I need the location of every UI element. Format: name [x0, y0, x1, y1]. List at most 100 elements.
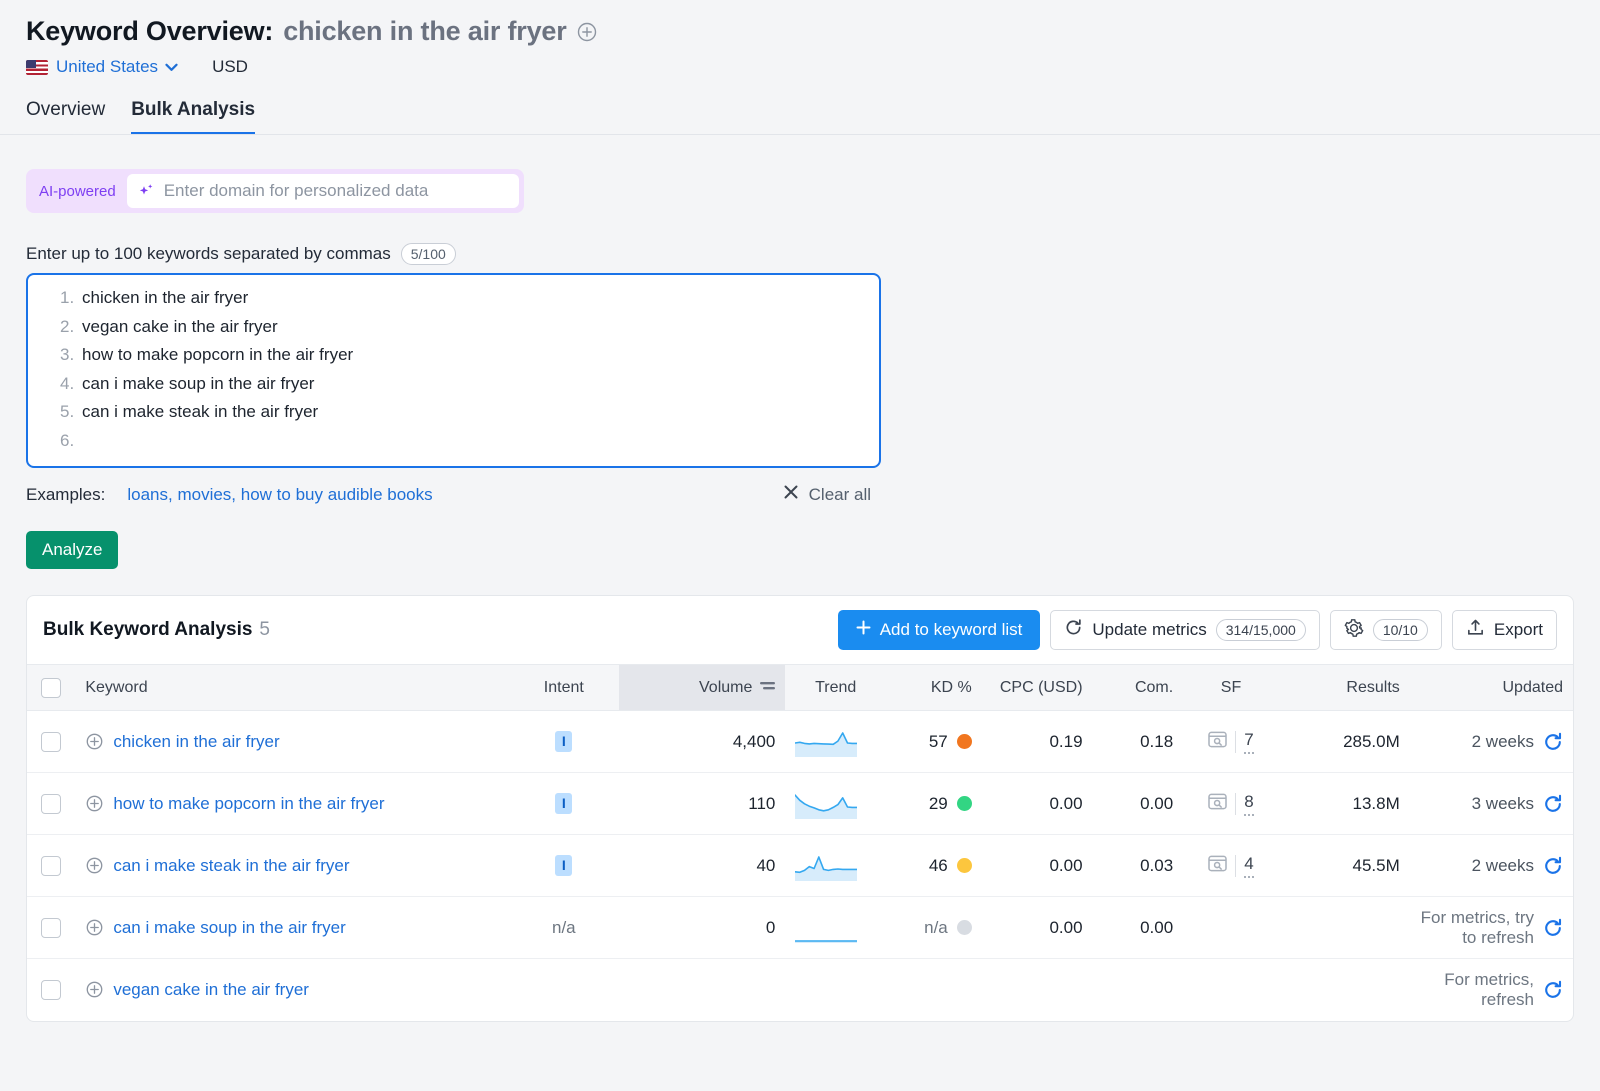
refresh-icon[interactable] — [1543, 918, 1563, 938]
add-keyword-icon[interactable] — [85, 794, 104, 813]
intent-badge[interactable]: I — [555, 855, 572, 876]
keyword-link[interactable]: chicken in the air fryer — [113, 732, 279, 752]
keyword-line: 4. can i make soup in the air fryer — [42, 374, 865, 403]
sf-divider — [1235, 855, 1236, 877]
com-cell: 0.00 — [1093, 773, 1184, 835]
intent-badge[interactable]: I — [555, 793, 572, 814]
country-selector-label[interactable]: United States — [56, 57, 158, 77]
serp-features-icon[interactable] — [1208, 855, 1227, 877]
trend-sparkline — [795, 727, 876, 757]
kd-value: n/a — [924, 918, 948, 938]
column-header-updated[interactable]: Updated — [1410, 665, 1573, 711]
refresh-icon[interactable] — [1543, 980, 1563, 1000]
tab-bulk-analysis[interactable]: Bulk Analysis — [131, 99, 255, 135]
add-to-keyword-list-button[interactable]: Add to keyword list — [838, 610, 1041, 650]
updated-text: 2 weeks — [1472, 856, 1534, 876]
select-all-checkbox[interactable] — [41, 678, 61, 698]
row-checkbox[interactable] — [41, 732, 61, 752]
sf-cell — [1183, 897, 1279, 959]
examples-links[interactable]: loans, movies, how to buy audible books — [127, 485, 432, 505]
tabs-bar: Overview Bulk Analysis — [0, 99, 1600, 135]
table-row: how to make popcorn in the air fryer I 1… — [27, 773, 1573, 835]
column-header-volume[interactable]: Volume — [619, 665, 785, 711]
column-header-trend[interactable]: Trend — [785, 665, 886, 711]
trend-cell — [785, 835, 886, 897]
table-settings-button[interactable]: 10/10 — [1330, 610, 1442, 650]
column-header-cpc[interactable]: CPC (USD) — [982, 665, 1093, 711]
kd-difficulty-dot — [957, 920, 972, 935]
keyword-link[interactable]: how to make popcorn in the air fryer — [113, 794, 384, 814]
column-header-results[interactable]: Results — [1279, 665, 1410, 711]
updated-cell: 3 weeks — [1410, 773, 1573, 835]
add-keyword-icon[interactable] — [85, 980, 104, 999]
add-keyword-icon[interactable] — [85, 856, 104, 875]
add-keyword-icon[interactable] — [85, 918, 104, 937]
sort-descending-icon — [760, 679, 775, 697]
sf-count[interactable]: 8 — [1244, 792, 1253, 816]
keywords-textarea[interactable]: 1. chicken in the air fryer 2. vegan cak… — [26, 273, 881, 468]
row-checkbox[interactable] — [41, 980, 61, 1000]
trend-sparkline — [795, 789, 876, 819]
ai-domain-input[interactable]: Enter domain for personalized data — [127, 174, 519, 208]
gear-icon — [1344, 618, 1364, 643]
chevron-down-icon[interactable] — [165, 60, 178, 75]
intent-cell: I — [508, 711, 619, 773]
sf-count[interactable]: 7 — [1244, 730, 1253, 754]
locale-row: United States USD — [26, 57, 1600, 77]
export-button[interactable]: Export — [1452, 610, 1557, 650]
row-checkbox[interactable] — [41, 856, 61, 876]
serp-features-icon[interactable] — [1208, 731, 1227, 753]
page-title: Keyword Overview: chicken in the air fry… — [26, 16, 1600, 47]
examples-label: Examples: — [26, 485, 105, 505]
keyword-line-text: can i make soup in the air fryer — [82, 374, 314, 394]
upload-icon — [1466, 618, 1485, 642]
row-checkbox[interactable] — [41, 794, 61, 814]
currency-label: USD — [212, 57, 248, 77]
refresh-icon[interactable] — [1543, 732, 1563, 752]
tab-overview[interactable]: Overview — [26, 99, 105, 135]
card-actions: Add to keyword list Update metrics 314/1… — [838, 610, 1557, 650]
ai-domain-placeholder: Enter domain for personalized data — [164, 181, 429, 201]
keyword-line-text: can i make steak in the air fryer — [82, 402, 318, 422]
refresh-icon[interactable] — [1543, 856, 1563, 876]
update-metrics-button[interactable]: Update metrics 314/15,000 — [1050, 610, 1319, 650]
keyword-link[interactable]: can i make steak in the air fryer — [113, 856, 349, 876]
cpc-cell: 0.00 — [982, 897, 1093, 959]
column-header-com[interactable]: Com. — [1093, 665, 1184, 711]
row-checkbox[interactable] — [41, 918, 61, 938]
cpc-cell: 0.00 — [982, 835, 1093, 897]
trend-cell — [785, 959, 886, 1021]
add-keyword-icon[interactable] — [85, 732, 104, 751]
cpc-cell: 0.19 — [982, 711, 1093, 773]
column-header-sf[interactable]: SF — [1183, 665, 1279, 711]
sf-count[interactable]: 4 — [1244, 854, 1253, 878]
column-header-keyword[interactable]: Keyword — [75, 665, 508, 711]
analyze-button[interactable]: Analyze — [26, 531, 118, 569]
ai-domain-bar: AI-powered Enter domain for personalized… — [26, 169, 524, 213]
tabs-divider — [0, 134, 1600, 135]
updated-text: For metrics, try to refresh — [1420, 908, 1534, 948]
intent-badge[interactable]: I — [555, 731, 572, 752]
add-keyword-icon[interactable] — [576, 21, 598, 43]
refresh-icon — [1064, 618, 1083, 642]
keywords-label: Enter up to 100 keywords separated by co… — [26, 244, 391, 264]
column-header-kd[interactable]: KD % — [886, 665, 982, 711]
sf-cell — [1183, 959, 1279, 1021]
column-header-intent[interactable]: Intent — [508, 665, 619, 711]
keyword-link[interactable]: vegan cake in the air fryer — [113, 980, 309, 1000]
kd-difficulty-dot — [957, 796, 972, 811]
table-row: can i make soup in the air fryer n/a 0 n… — [27, 897, 1573, 959]
com-cell: 0.03 — [1093, 835, 1184, 897]
page-title-prefix: Keyword Overview: — [26, 16, 273, 47]
column-header-volume-label: Volume — [699, 679, 752, 697]
com-cell: 0.00 — [1093, 897, 1184, 959]
row-select-cell — [27, 835, 75, 897]
plus-icon — [856, 620, 871, 640]
refresh-icon[interactable] — [1543, 794, 1563, 814]
keyword-line-text: how to make popcorn in the air fryer — [82, 345, 353, 365]
update-metrics-quota: 314/15,000 — [1216, 619, 1306, 641]
clear-all-button[interactable]: Clear all — [783, 484, 881, 505]
serp-features-icon[interactable] — [1208, 793, 1227, 815]
intent-cell: I — [508, 773, 619, 835]
keyword-link[interactable]: can i make soup in the air fryer — [113, 918, 345, 938]
